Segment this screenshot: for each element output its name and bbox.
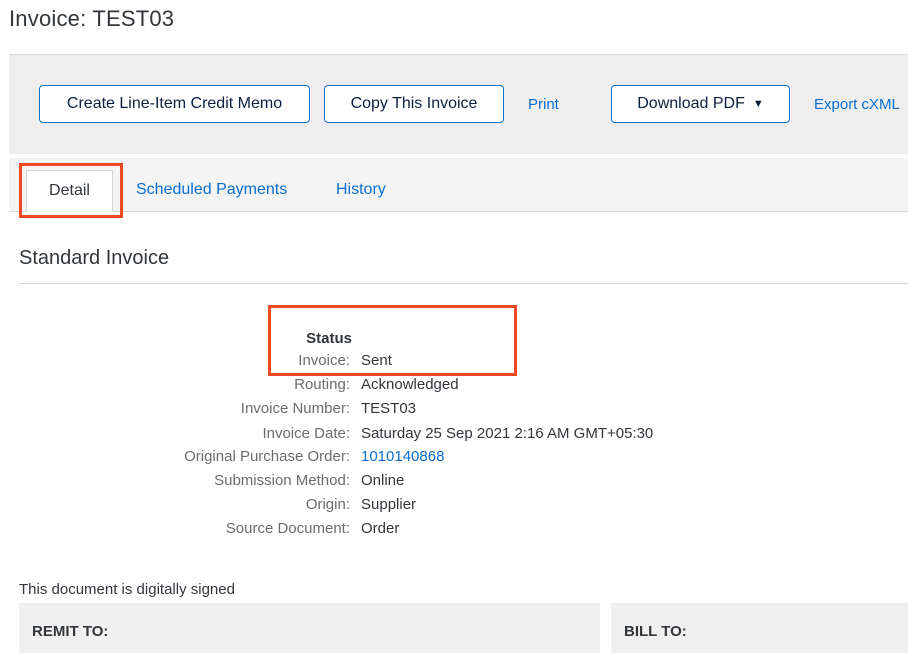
field-row-submission-method: Submission Method: Online <box>0 472 908 496</box>
page-title: Invoice: TEST03 <box>9 6 175 31</box>
caret-down-icon: ▼ <box>752 98 764 110</box>
section-title: Standard Invoice <box>19 247 170 269</box>
purchase-order-link[interactable]: 1010140868 <box>361 448 444 465</box>
bill-to-label: BILL TO: <box>624 623 687 640</box>
status-heading: Status <box>306 330 352 347</box>
tab-scheduled-payments[interactable]: Scheduled Payments <box>136 170 287 212</box>
field-value: Sent <box>361 352 392 369</box>
field-value: Saturday 25 Sep 2021 2:16 AM GMT+05:30 <box>361 425 654 442</box>
field-label: Source Document: <box>225 520 350 537</box>
download-pdf-label: Download PDF <box>637 95 745 112</box>
field-label: Original Purchase Order: <box>184 448 350 465</box>
field-value: Online <box>361 472 405 489</box>
tab-history[interactable]: History <box>336 170 386 212</box>
download-pdf-button[interactable]: Download PDF ▼ <box>611 85 790 123</box>
action-toolbar: Create Line-Item Credit Memo Copy This I… <box>9 54 908 154</box>
field-row-origin: Origin: Supplier <box>0 496 908 520</box>
field-value: Acknowledged <box>361 376 459 393</box>
field-value: Supplier <box>361 496 417 513</box>
field-label: Invoice Date: <box>262 425 350 442</box>
field-row-invoice-date: Invoice Date: Saturday 25 Sep 2021 2:16 … <box>0 425 908 449</box>
tab-detail[interactable]: Detail <box>26 170 113 212</box>
export-cxml-link[interactable]: Export cXML <box>814 96 900 113</box>
field-label: Invoice: <box>298 352 350 369</box>
field-row-invoice-status: Invoice: Sent <box>0 352 908 376</box>
field-label: Origin: <box>305 496 350 513</box>
field-value: Order <box>361 520 400 537</box>
digital-signature-note: This document is digitally signed <box>19 581 235 598</box>
create-credit-memo-button[interactable]: Create Line-Item Credit Memo <box>39 85 310 123</box>
field-value: TEST03 <box>361 400 417 417</box>
field-label: Invoice Number: <box>240 400 350 417</box>
field-row-source-document: Source Document: Order <box>0 520 908 544</box>
bill-to-panel: BILL TO: <box>611 603 908 653</box>
remit-to-label: REMIT TO: <box>32 623 109 640</box>
field-label: Submission Method: <box>214 472 350 489</box>
section-divider <box>19 283 908 284</box>
field-label: Routing: <box>294 376 350 393</box>
field-row-invoice-number: Invoice Number: TEST03 <box>0 400 908 424</box>
copy-invoice-button[interactable]: Copy This Invoice <box>324 85 504 123</box>
field-row-routing: Routing: Acknowledged <box>0 376 908 400</box>
print-link[interactable]: Print <box>528 96 559 113</box>
tab-bar: Detail Scheduled Payments History <box>9 158 908 212</box>
field-row-purchase-order: Original Purchase Order: 1010140868 <box>0 448 908 472</box>
remit-to-panel: REMIT TO: <box>19 603 600 653</box>
